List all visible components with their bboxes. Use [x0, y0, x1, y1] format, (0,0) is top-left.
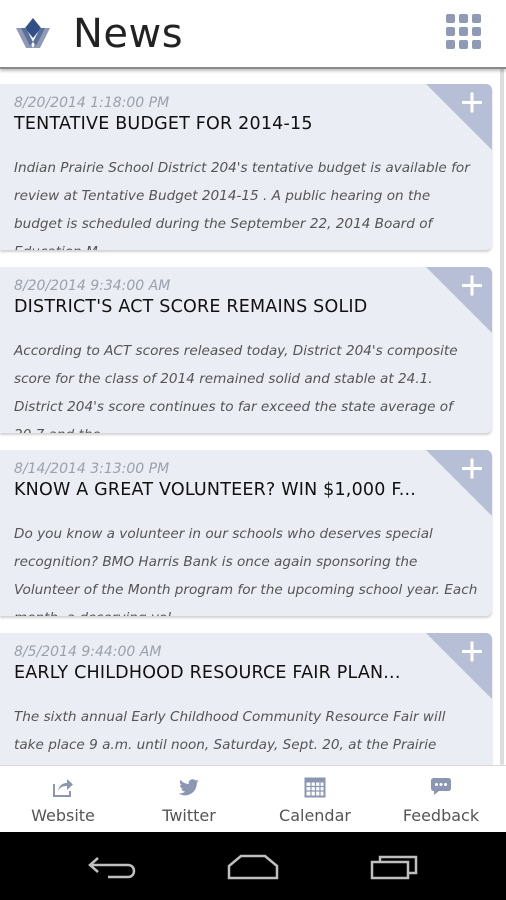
tab-label: Calendar	[279, 806, 351, 825]
news-date: 8/20/2014 9:34:00 AM	[14, 278, 171, 294]
tab-twitter[interactable]: Twitter	[126, 766, 252, 833]
news-date: 8/14/2014 3:13:00 PM	[14, 461, 170, 477]
news-date: 8/5/2014 9:44:00 AM	[14, 644, 162, 660]
expand-plus-icon[interactable]	[426, 633, 492, 699]
page-title: News	[73, 11, 184, 57]
news-headline[interactable]: DISTRICT'S ACT SCORE REMAINS SOLID	[14, 297, 367, 317]
news-card[interactable]: 8/20/2014 1:18:00 PM TENTATIVE BUDGET FO…	[0, 84, 492, 250]
news-headline[interactable]: TENTATIVE BUDGET FOR 2014-15	[14, 114, 313, 134]
news-date: 8/20/2014 1:18:00 PM	[14, 95, 170, 111]
news-summary: According to ACT scores released today, …	[14, 343, 458, 433]
back-icon[interactable]	[84, 850, 140, 882]
home-icon[interactable]	[225, 850, 281, 882]
news-card[interactable]: 8/14/2014 3:13:00 PM KNOW A GREAT VOLUNT…	[0, 450, 492, 616]
bottom-nav: Website Twitter Calendar Feedback	[0, 765, 506, 833]
news-headline[interactable]: KNOW A GREAT VOLUNTEER? WIN $1,000 F...	[14, 480, 416, 500]
expand-plus-icon[interactable]	[426, 450, 492, 516]
grid-menu-icon[interactable]	[446, 14, 482, 50]
tab-feedback[interactable]: Feedback	[378, 766, 504, 833]
twitter-bird-icon	[178, 779, 199, 796]
district-logo-icon[interactable]	[14, 16, 52, 50]
news-feed[interactable]: 8/20/2014 1:18:00 PM TENTATIVE BUDGET FO…	[0, 69, 506, 765]
feed-scrollbar[interactable]	[500, 69, 504, 765]
tab-label: Feedback	[402, 806, 480, 825]
expand-plus-icon[interactable]	[426, 84, 492, 150]
expand-plus-icon[interactable]	[426, 267, 492, 333]
tab-label: Website	[31, 806, 95, 825]
news-card[interactable]: 8/20/2014 9:34:00 AM DISTRICT'S ACT SCOR…	[0, 267, 492, 433]
news-headline[interactable]: EARLY CHILDHOOD RESOURCE FAIR PLAN...	[14, 663, 401, 683]
tab-label: Twitter	[162, 806, 216, 825]
tab-website[interactable]: Website	[0, 766, 126, 833]
chat-bubble-icon	[431, 778, 451, 795]
recent-apps-icon[interactable]	[368, 850, 424, 882]
calendar-icon	[304, 777, 326, 798]
system-nav-bar	[0, 832, 506, 900]
news-summary: The sixth annual Early Childhood Communi…	[14, 709, 446, 753]
tab-calendar[interactable]: Calendar	[252, 766, 378, 833]
share-icon	[53, 779, 73, 797]
app-header: News	[0, 0, 506, 69]
news-summary: Do you know a volunteer in our schools w…	[14, 526, 478, 616]
news-summary: Indian Prairie School District 204's ten…	[14, 160, 470, 250]
news-card[interactable]: 8/5/2014 9:44:00 AM EARLY CHILDHOOD RESO…	[0, 633, 492, 765]
